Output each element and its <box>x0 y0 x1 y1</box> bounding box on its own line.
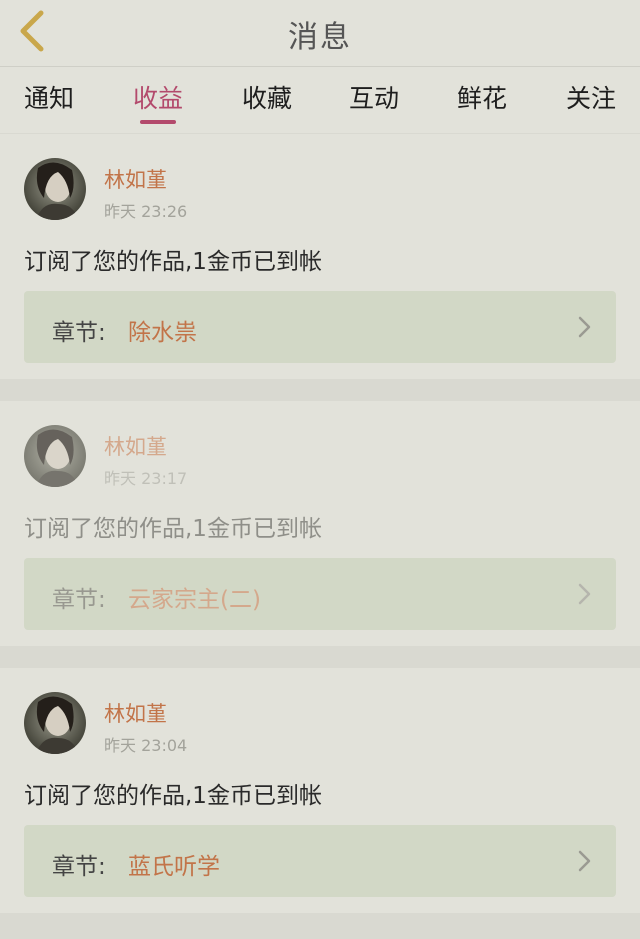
page-title: 消息 <box>288 20 352 55</box>
chapter-label: 章节: <box>52 320 106 346</box>
avatar[interactable] <box>24 692 86 754</box>
tab-notice[interactable]: 通知 <box>4 79 94 125</box>
tab-favorites[interactable]: 收藏 <box>222 79 312 125</box>
header: 消息 <box>0 0 640 67</box>
chevron-right-icon <box>578 583 591 605</box>
tab-bar: 通知 收益 收藏 互动 鲜花 关注 <box>0 67 640 133</box>
chapter-label: 章节: <box>52 587 106 613</box>
tab-following[interactable]: 关注 <box>546 79 636 125</box>
timestamp: 昨天 23:26 <box>104 202 188 221</box>
tab-flowers[interactable]: 鲜花 <box>437 79 527 125</box>
sender-name[interactable]: 林如堇 <box>104 164 167 194</box>
avatar[interactable] <box>24 425 86 487</box>
avatar[interactable] <box>24 158 86 220</box>
notification-message: 订阅了您的作品,1金币已到帐 <box>24 783 322 809</box>
sender-name[interactable]: 林如堇 <box>104 698 167 728</box>
sender-name[interactable]: 林如堇 <box>104 431 167 461</box>
active-tab-indicator <box>140 120 176 124</box>
notification-message: 订阅了您的作品,1金币已到帐 <box>24 516 322 542</box>
tab-interaction[interactable]: 互动 <box>329 79 419 125</box>
chapter-title: 蓝氏听学 <box>128 854 220 880</box>
notification-card: 林如堇 昨天 23:04 订阅了您的作品,1金币已到帐 章节: 蓝氏听学 <box>0 668 640 913</box>
chapter-title: 云家宗主(二) <box>128 587 261 613</box>
timestamp: 昨天 23:17 <box>104 469 188 488</box>
chapter-link[interactable]: 章节: 除水祟 <box>24 291 616 363</box>
chapter-title: 除水祟 <box>128 320 197 346</box>
chapter-label: 章节: <box>52 854 106 880</box>
chevron-right-icon <box>578 850 591 872</box>
chapter-link[interactable]: 章节: 云家宗主(二) <box>24 558 616 630</box>
chapter-link[interactable]: 章节: 蓝氏听学 <box>24 825 616 897</box>
timestamp: 昨天 23:04 <box>104 736 188 755</box>
notification-card: 林如堇 昨天 23:17 订阅了您的作品,1金币已到帐 章节: 云家宗主(二) <box>0 401 640 646</box>
notification-message: 订阅了您的作品,1金币已到帐 <box>24 249 322 275</box>
tab-earnings[interactable]: 收益 <box>113 79 203 125</box>
chevron-right-icon <box>578 316 591 338</box>
notification-card: 林如堇 昨天 23:26 订阅了您的作品,1金币已到帐 章节: 除水祟 <box>0 134 640 379</box>
